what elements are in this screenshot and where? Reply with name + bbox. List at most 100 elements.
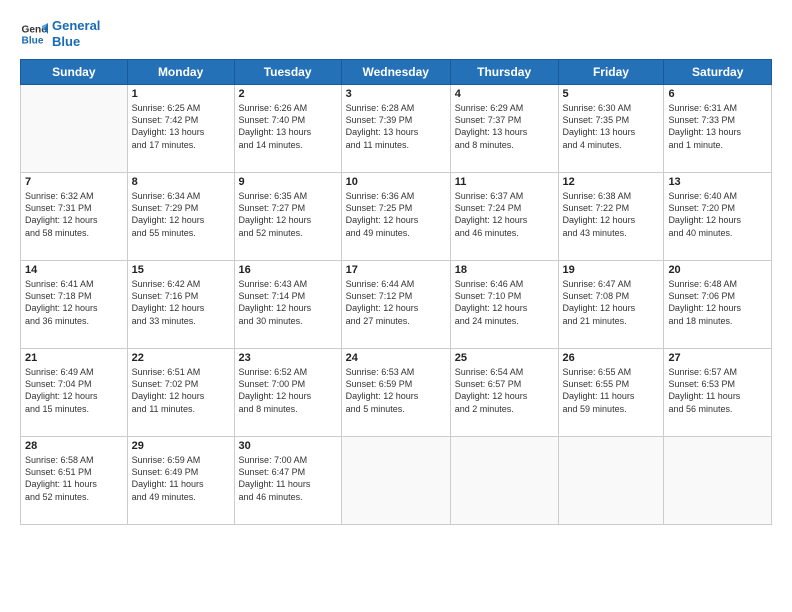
day-number: 21 xyxy=(25,352,123,364)
calendar-cell: 23Sunrise: 6:52 AM Sunset: 7:00 PM Dayli… xyxy=(234,349,341,437)
calendar-cell: 5 Sunrise: 6:30 AM Sunset: 7:35 PM Daylig… xyxy=(558,85,664,173)
calendar-cell: 20 Sunrise: 6:48 AM Sunset: 7:06 PM Dayli… xyxy=(664,261,772,349)
calendar-cell: 21Sunrise: 6:49 AM Sunset: 7:04 PM Dayli… xyxy=(21,349,128,437)
day-header-tuesday: Tuesday xyxy=(234,60,341,85)
calendar-cell: 13 Sunrise: 6:40 AM Sunset: 7:20 PM Dayli… xyxy=(664,173,772,261)
calendar-cell: 3Sunrise: 6:28 AM Sunset: 7:39 PM Daylig… xyxy=(341,85,450,173)
calendar-header-row: SundayMondayTuesdayWednesdayThursdayFrid… xyxy=(21,60,772,85)
calendar-cell: 16 Sunrise: 6:43 AM Sunset: 7:14 PM Dayli… xyxy=(234,261,341,349)
cell-info: Sunrise: 6:46 AM Sunset: 7:10 PM Dayligh… xyxy=(455,278,554,327)
logo-line2: Blue xyxy=(52,34,100,50)
day-number: 13 xyxy=(668,176,767,188)
calendar-cell: 9 Sunrise: 6:35 AM Sunset: 7:27 PM Daylig… xyxy=(234,173,341,261)
calendar-week-0: 1 Sunrise: 6:25 AM Sunset: 7:42 PM Daylig… xyxy=(21,85,772,173)
day-number: 30 xyxy=(239,440,337,452)
calendar-week-3: 21Sunrise: 6:49 AM Sunset: 7:04 PM Dayli… xyxy=(21,349,772,437)
cell-info: Sunrise: 6:47 AM Sunset: 7:08 PM Dayligh… xyxy=(563,278,660,327)
calendar-cell: 24 Sunrise: 6:53 AM Sunset: 6:59 PM Dayli… xyxy=(341,349,450,437)
day-number: 23 xyxy=(239,352,337,364)
calendar-cell: 15Sunrise: 6:42 AM Sunset: 7:16 PM Dayli… xyxy=(127,261,234,349)
calendar-cell: 11 Sunrise: 6:37 AM Sunset: 7:24 PM Dayli… xyxy=(450,173,558,261)
day-header-saturday: Saturday xyxy=(664,60,772,85)
calendar-cell xyxy=(341,437,450,525)
day-number: 28 xyxy=(25,440,123,452)
day-header-monday: Monday xyxy=(127,60,234,85)
cell-info: Sunrise: 6:37 AM Sunset: 7:24 PM Dayligh… xyxy=(455,190,554,239)
cell-info: Sunrise: 6:25 AM Sunset: 7:42 PM Dayligh… xyxy=(132,102,230,151)
day-number: 20 xyxy=(668,264,767,276)
day-number: 7 xyxy=(25,176,123,188)
calendar-cell xyxy=(558,437,664,525)
cell-info: Sunrise: 6:30 AM Sunset: 7:35 PM Dayligh… xyxy=(563,102,660,151)
cell-info: Sunrise: 7:00 AM Sunset: 6:47 PM Dayligh… xyxy=(239,454,337,503)
day-number: 25 xyxy=(455,352,554,364)
day-header-thursday: Thursday xyxy=(450,60,558,85)
logo-line1: General xyxy=(52,18,100,34)
calendar-week-1: 7Sunrise: 6:32 AM Sunset: 7:31 PM Daylig… xyxy=(21,173,772,261)
cell-info: Sunrise: 6:38 AM Sunset: 7:22 PM Dayligh… xyxy=(563,190,660,239)
cell-info: Sunrise: 6:34 AM Sunset: 7:29 PM Dayligh… xyxy=(132,190,230,239)
calendar-cell: 7Sunrise: 6:32 AM Sunset: 7:31 PM Daylig… xyxy=(21,173,128,261)
day-number: 15 xyxy=(132,264,230,276)
calendar-cell: 10 Sunrise: 6:36 AM Sunset: 7:25 PM Dayli… xyxy=(341,173,450,261)
day-header-friday: Friday xyxy=(558,60,664,85)
day-number: 12 xyxy=(563,176,660,188)
day-number: 10 xyxy=(346,176,446,188)
cell-info: Sunrise: 6:54 AM Sunset: 6:57 PM Dayligh… xyxy=(455,366,554,415)
calendar-cell: 29 Sunrise: 6:59 AM Sunset: 6:49 PM Dayli… xyxy=(127,437,234,525)
calendar-cell: 27Sunrise: 6:57 AM Sunset: 6:53 PM Dayli… xyxy=(664,349,772,437)
cell-info: Sunrise: 6:31 AM Sunset: 7:33 PM Dayligh… xyxy=(668,102,767,151)
day-number: 26 xyxy=(563,352,660,364)
day-number: 19 xyxy=(563,264,660,276)
cell-info: Sunrise: 6:48 AM Sunset: 7:06 PM Dayligh… xyxy=(668,278,767,327)
calendar-cell: 2Sunrise: 6:26 AM Sunset: 7:40 PM Daylig… xyxy=(234,85,341,173)
calendar-cell xyxy=(664,437,772,525)
calendar-cell: 18 Sunrise: 6:46 AM Sunset: 7:10 PM Dayli… xyxy=(450,261,558,349)
calendar-cell: 12 Sunrise: 6:38 AM Sunset: 7:22 PM Dayli… xyxy=(558,173,664,261)
cell-info: Sunrise: 6:28 AM Sunset: 7:39 PM Dayligh… xyxy=(346,102,446,151)
day-header-sunday: Sunday xyxy=(21,60,128,85)
day-number: 2 xyxy=(239,88,337,100)
calendar-cell: 30 Sunrise: 7:00 AM Sunset: 6:47 PM Dayli… xyxy=(234,437,341,525)
calendar-cell: 4Sunrise: 6:29 AM Sunset: 7:37 PM Daylig… xyxy=(450,85,558,173)
cell-info: Sunrise: 6:43 AM Sunset: 7:14 PM Dayligh… xyxy=(239,278,337,327)
calendar-cell: 22 Sunrise: 6:51 AM Sunset: 7:02 PM Dayli… xyxy=(127,349,234,437)
calendar-cell: 14Sunrise: 6:41 AM Sunset: 7:18 PM Dayli… xyxy=(21,261,128,349)
cell-info: Sunrise: 6:51 AM Sunset: 7:02 PM Dayligh… xyxy=(132,366,230,415)
day-number: 8 xyxy=(132,176,230,188)
day-number: 1 xyxy=(132,88,230,100)
calendar-cell: 19 Sunrise: 6:47 AM Sunset: 7:08 PM Dayli… xyxy=(558,261,664,349)
calendar-cell xyxy=(21,85,128,173)
calendar-cell: 17 Sunrise: 6:44 AM Sunset: 7:12 PM Dayli… xyxy=(341,261,450,349)
day-number: 11 xyxy=(455,176,554,188)
day-number: 29 xyxy=(132,440,230,452)
day-number: 16 xyxy=(239,264,337,276)
svg-text:Blue: Blue xyxy=(22,35,44,46)
cell-info: Sunrise: 6:57 AM Sunset: 6:53 PM Dayligh… xyxy=(668,366,767,415)
calendar-cell: 8 Sunrise: 6:34 AM Sunset: 7:29 PM Daylig… xyxy=(127,173,234,261)
day-number: 24 xyxy=(346,352,446,364)
day-number: 22 xyxy=(132,352,230,364)
cell-info: Sunrise: 6:58 AM Sunset: 6:51 PM Dayligh… xyxy=(25,454,123,503)
cell-info: Sunrise: 6:44 AM Sunset: 7:12 PM Dayligh… xyxy=(346,278,446,327)
day-number: 18 xyxy=(455,264,554,276)
day-number: 5 xyxy=(563,88,660,100)
cell-info: Sunrise: 6:35 AM Sunset: 7:27 PM Dayligh… xyxy=(239,190,337,239)
calendar-week-4: 28 Sunrise: 6:58 AM Sunset: 6:51 PM Dayli… xyxy=(21,437,772,525)
day-number: 17 xyxy=(346,264,446,276)
calendar-cell: 26Sunrise: 6:55 AM Sunset: 6:55 PM Dayli… xyxy=(558,349,664,437)
logo-icon: General Blue xyxy=(20,20,48,48)
cell-info: Sunrise: 6:59 AM Sunset: 6:49 PM Dayligh… xyxy=(132,454,230,503)
day-number: 6 xyxy=(668,88,767,100)
logo: General Blue General Blue xyxy=(20,18,100,49)
calendar-cell: 28 Sunrise: 6:58 AM Sunset: 6:51 PM Dayli… xyxy=(21,437,128,525)
cell-info: Sunrise: 6:40 AM Sunset: 7:20 PM Dayligh… xyxy=(668,190,767,239)
calendar-cell: 1 Sunrise: 6:25 AM Sunset: 7:42 PM Daylig… xyxy=(127,85,234,173)
cell-info: Sunrise: 6:36 AM Sunset: 7:25 PM Dayligh… xyxy=(346,190,446,239)
day-number: 9 xyxy=(239,176,337,188)
page-header: General Blue General Blue xyxy=(20,18,772,49)
cell-info: Sunrise: 6:53 AM Sunset: 6:59 PM Dayligh… xyxy=(346,366,446,415)
calendar-cell: 6 Sunrise: 6:31 AM Sunset: 7:33 PM Daylig… xyxy=(664,85,772,173)
calendar-table: SundayMondayTuesdayWednesdayThursdayFrid… xyxy=(20,59,772,525)
calendar-cell: 25 Sunrise: 6:54 AM Sunset: 6:57 PM Dayli… xyxy=(450,349,558,437)
